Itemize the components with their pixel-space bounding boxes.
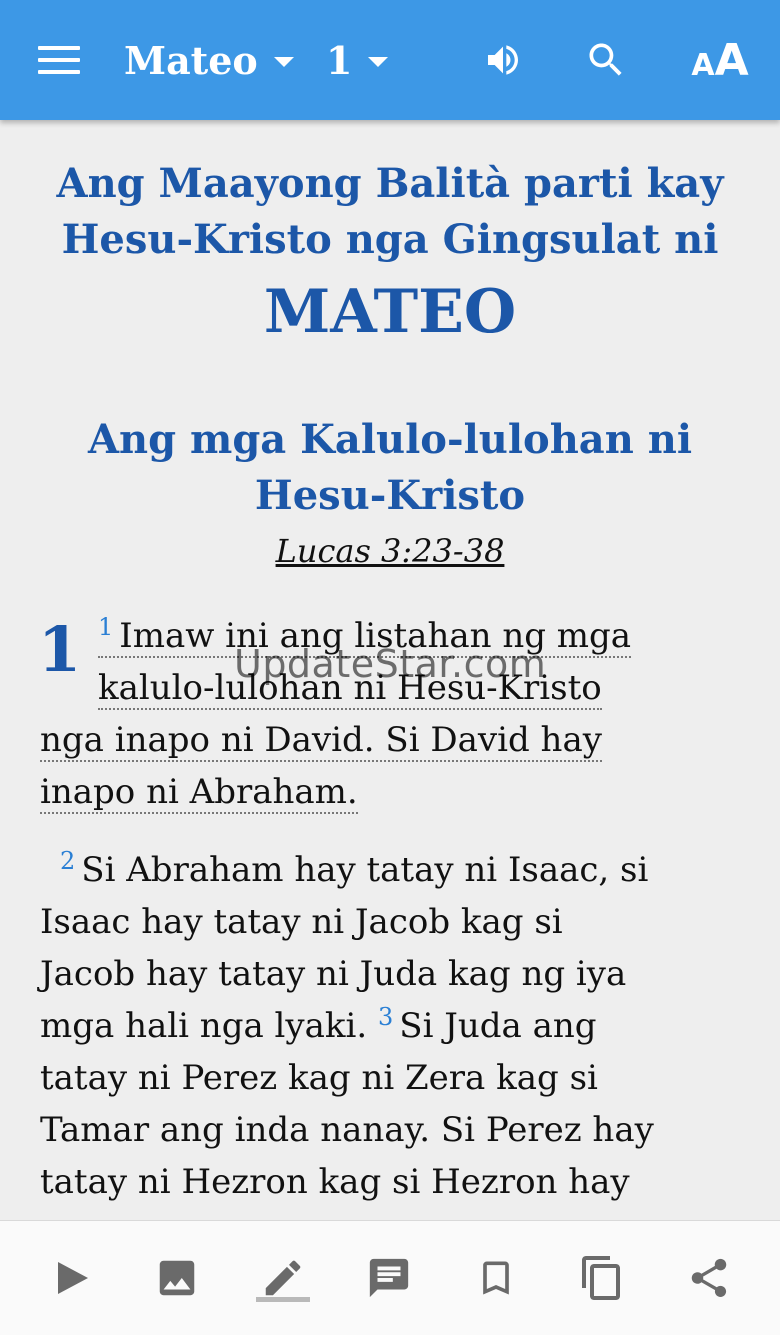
parallel-reference-link[interactable]: Lucas 3:23-38 bbox=[0, 532, 780, 570]
bookmark-icon bbox=[483, 1261, 509, 1295]
book-selector[interactable]: Mateo bbox=[124, 0, 294, 120]
verse-text[interactable]: Si Juda ang bbox=[399, 1006, 596, 1046]
search-icon bbox=[589, 43, 622, 76]
pencil-icon bbox=[265, 1260, 301, 1296]
verse-line[interactable]: Tamar ang inda nanay. Si Perez hay bbox=[40, 1104, 740, 1156]
app-bar: Mateo 1 AA bbox=[0, 0, 780, 120]
verse-text[interactable]: mga hali nga lyaki. bbox=[40, 1006, 367, 1046]
speaker-icon bbox=[488, 45, 518, 75]
share-button[interactable] bbox=[669, 1221, 749, 1335]
verse-number[interactable]: 1 bbox=[98, 613, 113, 641]
verse-line[interactable]: mga hali nga lyaki. 3 Si Juda ang bbox=[40, 1000, 740, 1052]
book-title-line: Hesu-Kristo nga Gingsulat ni bbox=[61, 216, 719, 263]
verse-number[interactable]: 2 bbox=[60, 847, 75, 875]
book-selector-label: Mateo bbox=[124, 37, 258, 83]
section-heading-line: Ang mga Kalulo-lulohan ni bbox=[87, 416, 693, 463]
bookmark-button[interactable] bbox=[456, 1221, 536, 1335]
section-heading-line: Hesu-Kristo bbox=[254, 472, 526, 519]
book-name-heading: MATEO bbox=[263, 277, 517, 347]
verse-line[interactable]: Isaac hay tatay ni Jacob kag si bbox=[40, 896, 740, 948]
audio-button[interactable] bbox=[480, 0, 526, 120]
verse-text[interactable]: tatay ni Perez kag ni Zera kag si bbox=[40, 1058, 598, 1098]
verse-text[interactable]: Tamar ang inda nanay. Si Perez hay bbox=[40, 1110, 654, 1150]
copy-icon bbox=[582, 1256, 620, 1300]
verse-number[interactable]: 3 bbox=[378, 1003, 393, 1031]
image-button[interactable] bbox=[137, 1221, 217, 1335]
play-button[interactable] bbox=[30, 1221, 110, 1335]
dropdown-arrow-icon bbox=[368, 57, 389, 67]
watermark: UpdateStar.com bbox=[234, 642, 547, 686]
comment-icon bbox=[369, 1258, 409, 1298]
verse-line[interactable]: Jacob hay tatay ni Juda kag ng iya bbox=[40, 948, 740, 1000]
note-button[interactable] bbox=[349, 1221, 429, 1335]
verse-text[interactable]: nga inapo ni David. Si David hay bbox=[40, 720, 602, 762]
verse-text[interactable]: Isaac hay tatay ni Jacob kag si bbox=[40, 902, 563, 942]
verse-paragraph: 2 Si Abraham hay tatay ni Isaac, si Isaac… bbox=[40, 844, 740, 1208]
dropdown-arrow-icon bbox=[273, 57, 294, 67]
verse-line[interactable]: tatay ni Perez kag ni Zera kag si bbox=[40, 1052, 740, 1104]
menu-button[interactable] bbox=[38, 0, 82, 120]
text-size-icon: AA bbox=[691, 35, 748, 86]
verse-text[interactable]: Jacob hay tatay ni Juda kag ng iya bbox=[40, 954, 626, 994]
image-icon bbox=[159, 1260, 195, 1296]
highlight-color-indicator bbox=[256, 1297, 310, 1302]
text-size-big-glyph: A bbox=[714, 34, 749, 86]
copy-button[interactable] bbox=[562, 1221, 642, 1335]
chapter-selector-label: 1 bbox=[326, 37, 353, 83]
verse-line[interactable]: nga inapo ni David. Si David hay bbox=[40, 714, 740, 766]
book-title: Ang Maayong Balità parti kay Hesu-Kristo… bbox=[0, 156, 780, 268]
verse-text[interactable]: inapo ni Abraham. bbox=[40, 772, 358, 814]
verse-line[interactable]: tatay ni Hezron kag si Hezron hay bbox=[40, 1156, 740, 1208]
text-size-small-glyph: A bbox=[691, 47, 715, 83]
verse-text[interactable]: Si Abraham hay tatay ni Isaac, si bbox=[81, 850, 648, 890]
book-title-line: Ang Maayong Balità parti kay bbox=[56, 160, 724, 207]
verse-line[interactable]: 2 Si Abraham hay tatay ni Isaac, si bbox=[40, 844, 740, 896]
bottom-toolbar bbox=[0, 1220, 780, 1335]
verse-text[interactable]: tatay ni Hezron kag si Hezron hay bbox=[40, 1162, 630, 1202]
play-icon bbox=[58, 1262, 88, 1294]
share-icon bbox=[691, 1258, 727, 1298]
text-size-button[interactable]: AA bbox=[691, 0, 748, 120]
chapter-selector[interactable]: 1 bbox=[326, 0, 389, 120]
hamburger-menu-icon bbox=[38, 46, 80, 74]
verse-line[interactable]: inapo ni Abraham. bbox=[40, 766, 740, 818]
highlight-button[interactable] bbox=[243, 1221, 323, 1335]
section-heading: Ang mga Kalulo-lulohan ni Hesu-Kristo bbox=[0, 412, 780, 524]
search-button[interactable] bbox=[584, 0, 628, 120]
